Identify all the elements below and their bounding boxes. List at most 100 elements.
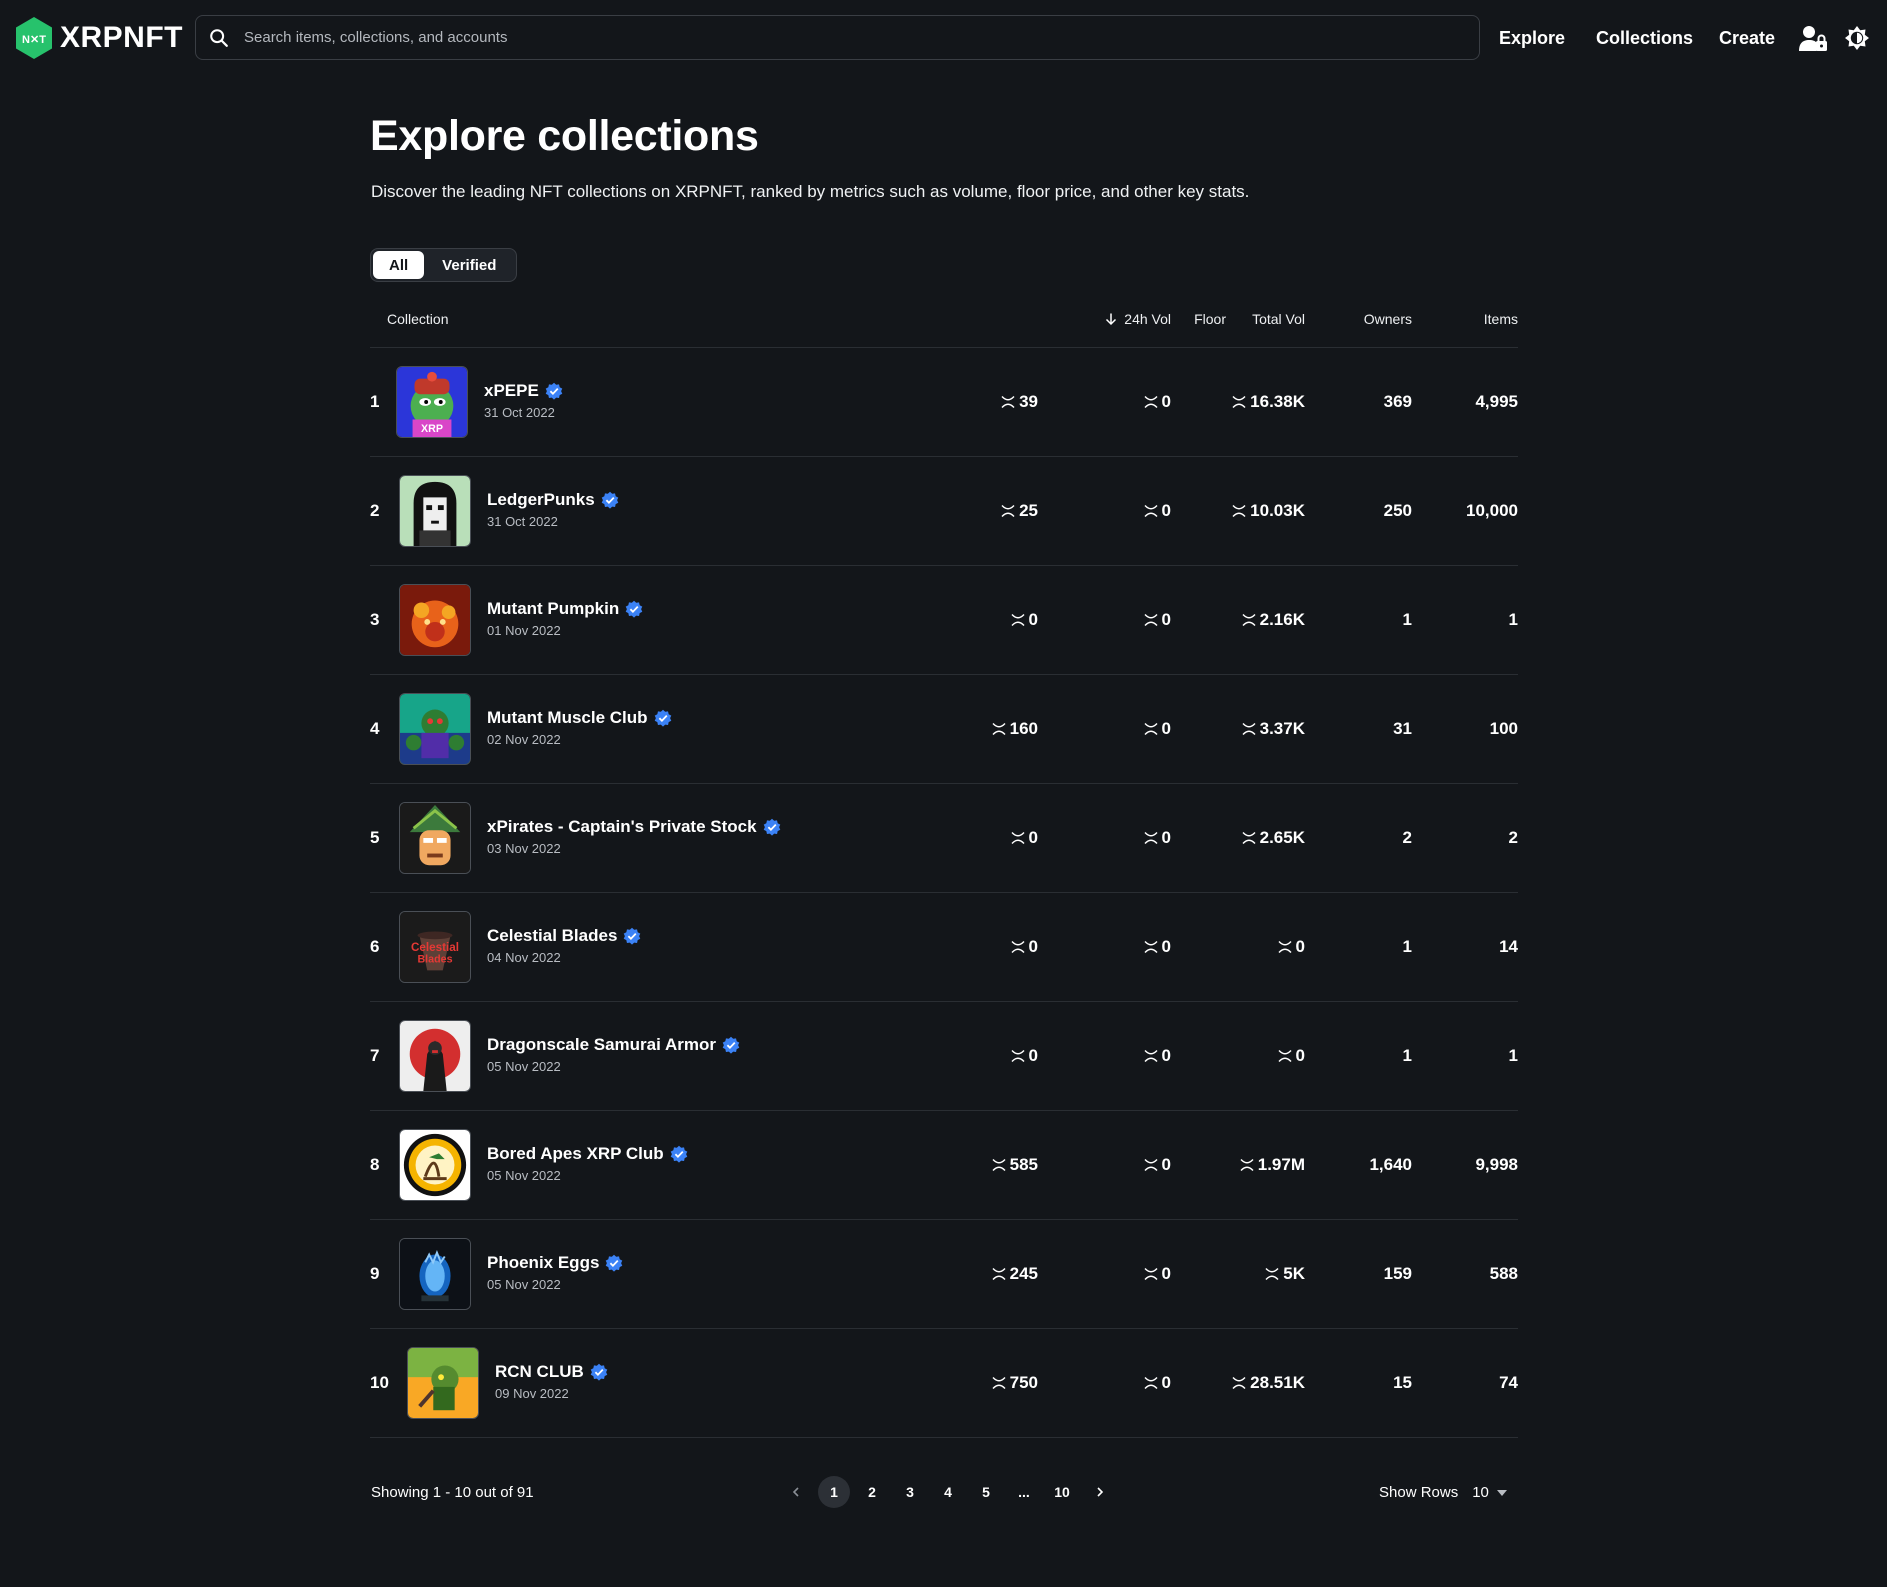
volume-24h-value: 0 [1161,1373,1171,1392]
table-header: Collection Floor 24h Vol Total Vol Owner… [370,300,1518,348]
logo[interactable]: N✕T XRPNFT [14,16,183,60]
table-row[interactable]: 3 Mutant Pumpkin 01 Nov 2022 0 0 2.16K 1… [370,566,1518,675]
caret-down-icon [1496,1489,1507,1496]
collection-date: 03 Nov 2022 [487,841,561,856]
rows-per-page-value: 10 [1472,1484,1489,1501]
verified-badge-icon [601,491,618,509]
top-nav-bar: N✕T XRPNFT Explore Collections Create [0,0,1887,76]
collection-thumbnail[interactable] [399,693,471,765]
column-header-total-vol[interactable]: Total Vol [1205,311,1305,327]
pagination: 1 2 3 4 5... 10 [780,1476,1122,1508]
xrp-currency-icon [1144,1159,1158,1171]
collection-thumbnail[interactable] [407,1347,479,1419]
filter-verified-button[interactable]: Verified [424,251,514,279]
page-number-button[interactable]: 2 [856,1476,888,1508]
floor-price: 750 [888,1329,1038,1437]
table-row[interactable]: 8 Bored Apes XRP Club 05 Nov 2022 585 0 … [370,1111,1518,1220]
table-row[interactable]: 2 LedgerPunks 31 Oct 2022 25 0 10.03K 25… [370,457,1518,566]
nav-collections-link[interactable]: Collections [1596,20,1693,56]
items-count: 4,995 [1475,392,1518,411]
floor-price: 25 [888,457,1038,565]
collection-name[interactable]: Mutant Muscle Club [487,708,648,728]
collection-name[interactable]: Phoenix Eggs [487,1253,599,1273]
items-count: 10,000 [1466,501,1518,520]
collection-thumbnail[interactable] [399,1129,471,1201]
next-page-button[interactable] [1084,1476,1116,1508]
total-volume-value: 2.16K [1259,610,1305,629]
owners-count: 250 [1383,501,1412,520]
collection-thumbnail[interactable]: XRP [396,366,468,438]
items-count: 2 [1508,828,1518,847]
table-row[interactable]: 6 Celestial Blades Celestial Blades 04 No… [370,893,1518,1002]
table-row[interactable]: 9 Phoenix Eggs 05 Nov 2022 245 0 5K 159 … [370,1220,1518,1329]
floor-value: 0 [1028,828,1038,847]
column-header-items[interactable]: Items [1438,311,1518,327]
floor-price: 585 [888,1111,1038,1219]
floor-value: 750 [1009,1373,1038,1392]
page-number-button[interactable]: 4 [932,1476,964,1508]
nav-create-link[interactable]: Create [1719,20,1775,56]
collection-name[interactable]: xPirates - Captain's Private Stock [487,817,757,837]
svg-text:Blades: Blades [417,954,452,966]
table-row[interactable]: 4 Mutant Muscle Club 02 Nov 2022 160 0 3… [370,675,1518,784]
floor-price: 0 [888,1002,1038,1110]
rank-number: 4 [370,719,380,738]
collection-name[interactable]: Dragonscale Samurai Armor [487,1035,716,1055]
column-header-label: Items [1483,311,1518,327]
floor-value: 0 [1028,1046,1038,1065]
collection-thumbnail[interactable]: Celestial Blades [399,911,471,983]
column-header-owners[interactable]: Owners [1332,311,1412,327]
xrp-currency-icon [1144,1050,1158,1062]
verified-badge-icon [606,1254,623,1272]
page-number-button[interactable]: 3 [894,1476,926,1508]
xrp-currency-icon [1144,1377,1158,1389]
theme-toggle-icon[interactable] [1841,22,1873,54]
table-row[interactable]: 10 RCN CLUB 09 Nov 2022 750 0 28.51K 15 … [370,1329,1518,1438]
volume-24h: 0 [1041,893,1171,1001]
collection-name[interactable]: Celestial Blades [487,926,617,946]
total-volume-value: 3.37K [1259,719,1305,738]
collection-name[interactable]: LedgerPunks [487,490,595,510]
nav-explore-link[interactable]: Explore [1499,20,1565,56]
floor-price: 160 [888,675,1038,783]
column-header-collection[interactable]: Collection [387,311,448,327]
filter-all-button[interactable]: All [373,251,425,279]
table-row[interactable]: 5 xPirates - Captain's Private Stock 03 … [370,784,1518,893]
floor-value: 160 [1009,719,1038,738]
floor-value: 25 [1019,501,1038,520]
table-row[interactable]: 7 Dragonscale Samurai Armor 05 Nov 2022 … [370,1002,1518,1111]
collection-date: 05 Nov 2022 [487,1168,561,1183]
floor-price: 0 [888,566,1038,674]
rank-number: 8 [370,1155,380,1174]
volume-24h: 0 [1041,1220,1171,1328]
verified-badge-icon [624,927,641,945]
total-volume-value: 28.51K [1250,1373,1305,1392]
collection-name[interactable]: xPEPE [484,381,539,401]
search-input[interactable] [230,16,1479,59]
collection-thumbnail[interactable] [399,475,471,547]
collection-name[interactable]: Bored Apes XRP Club [487,1144,664,1164]
page-number-button[interactable]: 1 [818,1476,850,1508]
search-bar[interactable] [195,15,1480,60]
collection-thumbnail[interactable] [399,1238,471,1310]
search-icon [210,28,228,47]
table-row[interactable]: 1 XRP xPEPE 31 Oct 2022 39 0 16.38K 369 … [370,348,1518,457]
collection-thumbnail[interactable] [399,802,471,874]
collection-info: Mutant Muscle Club 02 Nov 2022 [487,707,672,747]
collection-name[interactable]: Mutant Pumpkin [487,599,619,619]
account-lock-icon[interactable] [1797,22,1829,54]
total-volume-value: 16.38K [1250,392,1305,411]
collection-date: 01 Nov 2022 [487,623,561,638]
collection-name[interactable]: RCN CLUB [495,1362,584,1382]
column-header-24h-vol[interactable]: 24h Vol [1104,311,1171,327]
verified-badge-icon [722,1036,740,1054]
owners-count: 31 [1393,719,1412,738]
collection-thumbnail[interactable] [399,1020,471,1092]
rows-per-page-select[interactable]: 10 [1472,1484,1507,1501]
page-number-button[interactable]: 10 [1046,1476,1078,1508]
previous-page-button[interactable] [780,1476,812,1508]
collection-thumbnail[interactable] [399,584,471,656]
volume-24h-value: 0 [1161,1155,1171,1174]
page-number-button[interactable]: 5 [970,1476,1002,1508]
xrp-currency-icon [992,1377,1006,1389]
